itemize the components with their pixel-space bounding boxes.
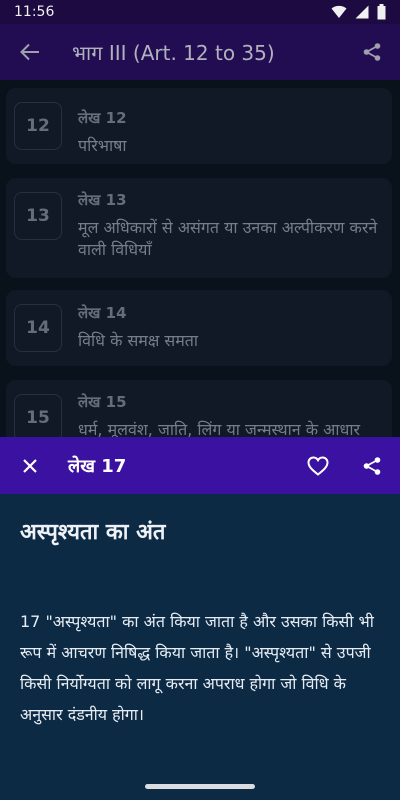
- signal-icon: [355, 5, 369, 19]
- article-text-line: 17 "अस्पृश्यता" का अंत किया जाता है और उ…: [20, 612, 374, 631]
- article-text-line: किसी निर्योग्यता को लागू करना अपराध होगा…: [20, 674, 346, 693]
- sheet-share-button[interactable]: [350, 437, 394, 494]
- wifi-icon: [331, 5, 347, 18]
- sheet-header: लेख 17: [0, 437, 400, 494]
- article-heading: अस्पृश्यता का अंत: [20, 520, 166, 545]
- status-bar: 11:56: [0, 0, 400, 24]
- article-sheet: लेख 17 अस्पृश्यता का अंत 17 "अस्पृश्यता"…: [0, 437, 400, 800]
- battery-icon: [377, 4, 386, 20]
- sheet-title: लेख 17: [68, 455, 127, 477]
- status-time: 11:56: [14, 4, 55, 20]
- favorite-button[interactable]: [296, 437, 340, 494]
- status-icons: [331, 4, 386, 20]
- article-text-line: रूप में आचरण निषिद्ध किया जाता है। "अस्प…: [20, 643, 371, 662]
- share-icon: [363, 456, 381, 475]
- close-icon: [23, 458, 37, 473]
- gesture-nav-handle[interactable]: [145, 784, 255, 789]
- article-text-line: अनुसार दंडनीय होगा।: [20, 705, 144, 724]
- article-text: 17 "अस्पृश्यता" का अंत किया जाता है और उ…: [20, 606, 392, 730]
- close-button[interactable]: [2, 437, 58, 494]
- sheet-body: अस्पृश्यता का अंत 17 "अस्पृश्यता" का अंत…: [0, 494, 400, 800]
- heart-icon: [307, 455, 329, 476]
- scrim-overlay[interactable]: [0, 24, 400, 440]
